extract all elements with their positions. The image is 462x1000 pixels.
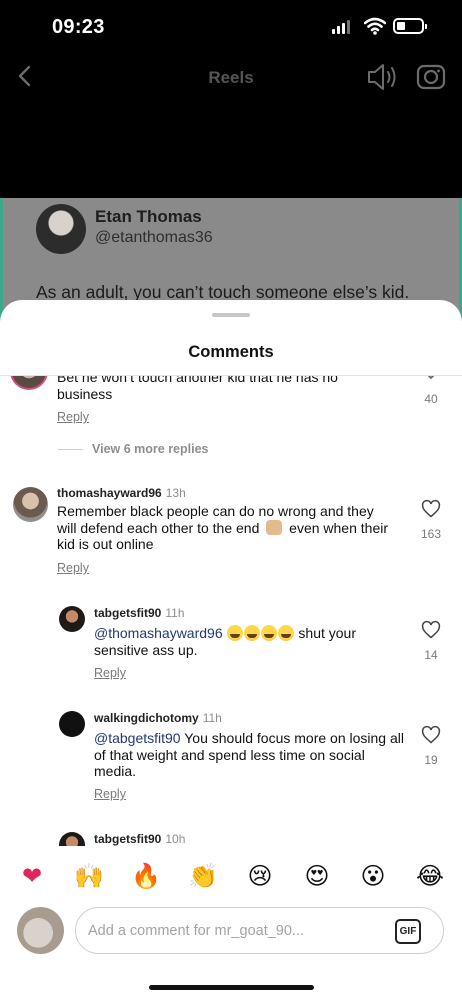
heart-icon[interactable]: [421, 725, 441, 745]
reply-button[interactable]: Reply: [94, 787, 126, 801]
avatar[interactable]: [59, 606, 85, 632]
clapping-hands-emoji-button[interactable]: 👏: [188, 861, 218, 891]
sheet-grabber[interactable]: [212, 313, 250, 317]
fire-emoji-button[interactable]: 🔥: [131, 861, 161, 891]
like-count: 14: [424, 648, 438, 662]
comment-text: @thomashayward96 shut your sensitive ass…: [94, 625, 394, 658]
comment-time: 13h: [165, 486, 186, 500]
comment-time: 11h: [202, 711, 222, 725]
comment-input-container[interactable]: GIF: [75, 907, 444, 954]
reels-header: 09:23 Reels: [0, 0, 462, 200]
mention-link[interactable]: @tabgetsfit90: [94, 730, 181, 746]
avatar[interactable]: [59, 832, 85, 846]
heart-eyes-emoji-button[interactable]: 😍: [302, 861, 332, 891]
comment-text: @tabgetsfit90 You should focus more on l…: [94, 730, 409, 780]
like-count: 19: [424, 753, 438, 767]
speaker-icon[interactable]: [366, 62, 398, 92]
tweet-author-handle: @etanthomas36: [95, 229, 213, 246]
mention-link[interactable]: @thomashayward96: [94, 625, 223, 641]
thumbs-up-emoji: [266, 519, 283, 535]
username-text[interactable]: tabgetsfit90: [94, 606, 161, 620]
wifi-icon: [364, 17, 386, 35]
reply-button[interactable]: Reply: [57, 561, 89, 575]
like-count: 163: [420, 527, 442, 541]
like-count: 40: [424, 392, 438, 406]
view-replies-line: [58, 449, 83, 450]
avatar[interactable]: [10, 376, 48, 390]
current-user-avatar: [17, 907, 64, 954]
heart-icon[interactable]: [421, 376, 441, 388]
avatar[interactable]: [59, 711, 85, 737]
username-text[interactable]: walkingdichotomy: [94, 711, 199, 725]
emoji-reaction-bar: ❤ 🙌 🔥 👏 😢 😍 😮 😂: [0, 845, 462, 905]
raised-hands-emoji-button[interactable]: 🙌: [74, 861, 104, 891]
laughing-emojis: [226, 625, 295, 641]
camera-icon[interactable]: [416, 62, 446, 92]
laughing-face-emoji-button[interactable]: 😂: [415, 861, 445, 891]
crying-face-emoji-button[interactable]: 😢: [245, 861, 275, 891]
comments-list[interactable]: Bet he won’t touch another kid that he h…: [0, 376, 462, 846]
heart-emoji-button[interactable]: ❤: [17, 861, 47, 891]
tweet-avatar: [36, 204, 86, 254]
sheet-title: Comments: [188, 343, 274, 361]
home-indicator: [149, 985, 314, 990]
signal-icon: [332, 20, 350, 34]
username-text[interactable]: tabgetsfit90: [94, 832, 161, 846]
status-time: 09:23: [52, 16, 105, 38]
comment-time: 11h: [165, 606, 185, 620]
username-text[interactable]: thomashayward96: [57, 486, 162, 500]
comment-text: Remember black people can do no wrong an…: [57, 503, 392, 553]
tweet-author-name: Etan Thomas: [95, 207, 202, 226]
comment-text: Bet he won’t touch another kid that he h…: [57, 376, 338, 402]
heart-icon[interactable]: [421, 620, 441, 640]
comment-username[interactable]: thomashayward96 13h: [57, 486, 186, 500]
avatar[interactable]: [13, 487, 48, 522]
reply-button[interactable]: Reply: [94, 666, 126, 680]
comment-time: 10h: [165, 832, 186, 846]
view-more-replies-button[interactable]: View 6 more replies: [92, 442, 209, 456]
reply-button[interactable]: Reply: [57, 410, 89, 424]
heart-icon[interactable]: [421, 499, 441, 519]
comment-username[interactable]: tabgetsfit90 10h: [94, 832, 185, 846]
comment-username[interactable]: tabgetsfit90 11h: [94, 606, 185, 620]
comment-input[interactable]: [88, 920, 378, 942]
gif-button[interactable]: GIF: [395, 919, 421, 944]
surprised-face-emoji-button[interactable]: 😮: [358, 861, 388, 891]
comment-username[interactable]: walkingdichotomy 11h: [94, 711, 222, 725]
battery-icon: [393, 18, 427, 34]
